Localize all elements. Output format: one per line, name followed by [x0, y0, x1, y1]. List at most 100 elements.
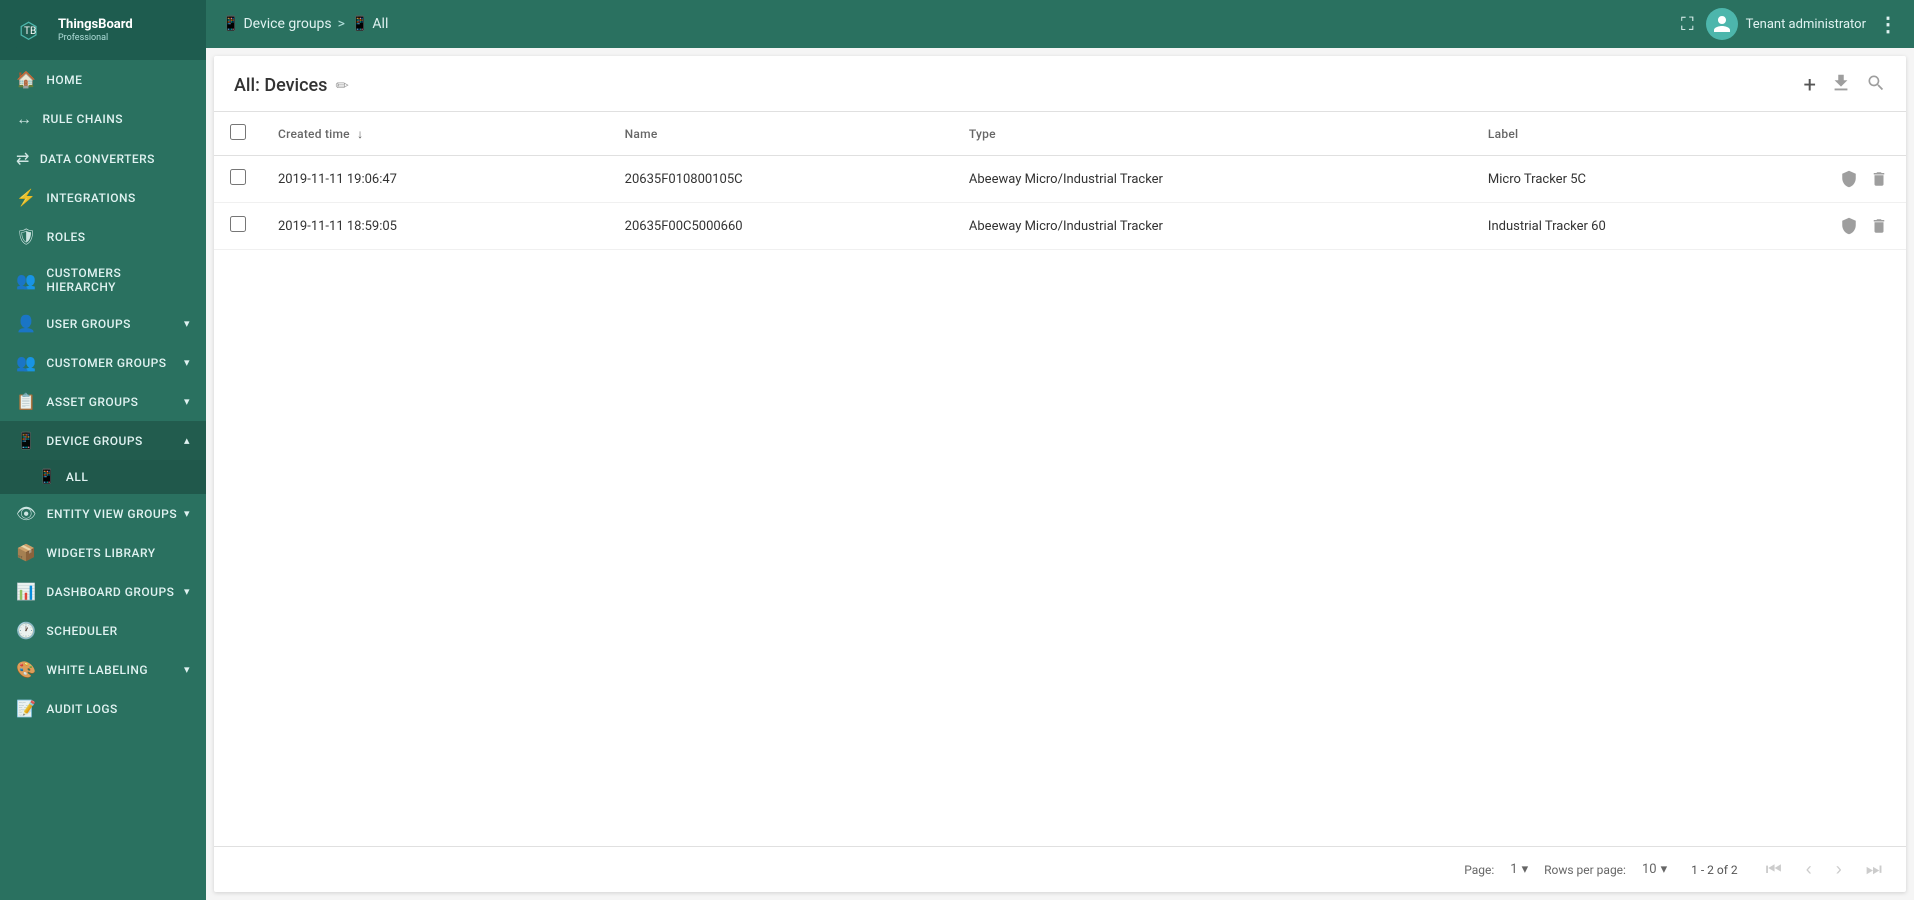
sidebar-item-integrations[interactable]: ⚡ INTEGRATIONS [0, 178, 206, 217]
row2-type: Abeeway Micro/Industrial Tracker [953, 203, 1472, 250]
avatar [1706, 8, 1738, 40]
sidebar-item-data-converters-label: DATA CONVERTERS [40, 152, 155, 166]
sidebar-item-dashboard-groups-label: DASHBOARD GROUPS [46, 585, 174, 599]
pagination-last-button[interactable]: ⏭ [1862, 857, 1886, 882]
logo-name: ThingsBoard [58, 17, 133, 33]
user-groups-arrow-icon: ▾ [184, 317, 190, 330]
header-created-time[interactable]: Created time ↓ [262, 112, 609, 156]
white-labeling-icon: 🎨 [16, 660, 36, 679]
breadcrumb-all-label: All [372, 16, 388, 32]
sidebar-item-user-groups-label: USER GROUPS [46, 317, 130, 331]
rows-per-page-dropdown-icon: ▾ [1661, 862, 1668, 877]
logo-icon: ⬡ TB [14, 12, 50, 48]
user-menu[interactable]: Tenant administrator [1706, 8, 1866, 40]
breadcrumb-device-groups-label: Device groups [243, 16, 331, 32]
dashboard-groups-icon: 📊 [16, 582, 36, 601]
row1-actions [1816, 156, 1906, 203]
fullscreen-button[interactable]: ⛶ [1681, 14, 1694, 35]
sidebar-item-white-labeling[interactable]: 🎨 WHITE LABELING ▾ [0, 650, 206, 689]
sidebar-item-device-groups[interactable]: 📱 DEVICE GROUPS ▴ [0, 421, 206, 460]
sidebar-item-entity-view-groups[interactable]: 👁 ENTITY VIEW GROUPS ▾ [0, 494, 206, 533]
more-options-button[interactable]: ⋮ [1878, 12, 1898, 36]
sidebar-item-scheduler[interactable]: 🕐 SCHEDULER [0, 611, 206, 650]
rows-per-page-select[interactable]: 10 ▾ [1642, 862, 1667, 877]
subitem-all-icon: 📱 [38, 469, 56, 485]
customer-groups-icon: 👥 [16, 353, 36, 372]
sidebar-item-asset-groups[interactable]: 📋 ASSET GROUPS ▾ [0, 382, 206, 421]
breadcrumb-all-icon: 📱 [351, 16, 368, 32]
roles-icon: 🛡 [16, 227, 37, 246]
sidebar-item-data-converters[interactable]: ⇄ DATA CONVERTERS [0, 139, 206, 178]
sidebar-item-home[interactable]: 🏠 HOME [0, 60, 206, 99]
topbar-right: ⛶ Tenant administrator ⋮ [1681, 8, 1898, 40]
sidebar: ⬡ TB ThingsBoard Professional 🏠 HOME ↔ R… [0, 0, 206, 900]
data-converters-icon: ⇄ [16, 149, 30, 168]
header-type: Type [953, 112, 1472, 156]
row2-checkbox-cell [214, 203, 262, 250]
sidebar-item-rule-chains[interactable]: ↔ RULE CHAINS [0, 99, 206, 139]
sidebar-item-roles-label: ROLES [47, 230, 86, 244]
content-area: All: Devices ✏ + [214, 56, 1906, 892]
logo-text-container: ThingsBoard Professional [58, 17, 133, 43]
sidebar-subitem-all[interactable]: 📱 All [0, 460, 206, 494]
page-select[interactable]: 1 ▾ [1510, 862, 1528, 877]
row1-shield-button[interactable] [1838, 168, 1860, 190]
sidebar-item-dashboard-groups[interactable]: 📊 DASHBOARD GROUPS ▾ [0, 572, 206, 611]
sidebar-item-white-labeling-label: WHITE LABELING [46, 663, 148, 677]
page-title: All: Devices [234, 75, 327, 96]
topbar: 📱 Device groups > 📱 All ⛶ Tenant adminis… [206, 0, 1914, 48]
sidebar-item-scheduler-label: SCHEDULER [46, 624, 117, 638]
sidebar-item-roles[interactable]: 🛡 ROLES [0, 217, 206, 256]
white-labeling-arrow-icon: ▾ [184, 663, 190, 676]
page-value: 1 [1510, 862, 1517, 877]
table-row: 2019-11-11 19:06:47 20635F010800105C Abe… [214, 156, 1906, 203]
upload-button[interactable] [1830, 72, 1852, 99]
sidebar-item-widgets-library[interactable]: 📦 WIDGETS LIBRARY [0, 533, 206, 572]
rows-per-page-label: Rows per page: [1544, 863, 1626, 877]
devices-table: Created time ↓ Name Type Label [214, 112, 1906, 250]
pagination-first-button[interactable]: ⏮ [1762, 857, 1786, 882]
select-all-checkbox[interactable] [230, 124, 246, 140]
sidebar-subitem-all-label: All [66, 470, 88, 484]
sidebar-item-integrations-label: INTEGRATIONS [46, 191, 135, 205]
header-checkbox-col [214, 112, 262, 156]
breadcrumb-device-groups[interactable]: 📱 Device groups [222, 16, 332, 32]
sidebar-item-customer-groups[interactable]: 👥 CUSTOMER GROUPS ▾ [0, 343, 206, 382]
row2-delete-button[interactable] [1868, 215, 1890, 237]
row1-delete-button[interactable] [1868, 168, 1890, 190]
row1-checkbox-cell [214, 156, 262, 203]
created-time-label: Created time [278, 127, 350, 141]
rows-per-page-value: 10 [1642, 862, 1657, 877]
device-groups-arrow-icon: ▴ [184, 434, 190, 447]
row1-checkbox[interactable] [230, 169, 246, 185]
sidebar-item-customers-hierarchy[interactable]: 👥 CUSTOMERS HIERARCHY [0, 256, 206, 304]
breadcrumb: 📱 Device groups > 📱 All [222, 16, 388, 32]
scheduler-icon: 🕐 [16, 621, 36, 640]
breadcrumb-all[interactable]: 📱 All [351, 16, 388, 32]
row1-created-time: 2019-11-11 19:06:47 [262, 156, 609, 203]
sidebar-item-customer-groups-label: CUSTOMER GROUPS [46, 356, 166, 370]
sidebar-item-entity-view-groups-label: ENTITY VIEW GROUPS [47, 507, 177, 521]
sort-desc-icon: ↓ [357, 127, 363, 141]
edit-title-button[interactable]: ✏ [335, 76, 348, 95]
row2-shield-button[interactable] [1838, 215, 1860, 237]
row2-name: 20635F00C5000660 [609, 203, 953, 250]
sidebar-logo[interactable]: ⬡ TB ThingsBoard Professional [0, 0, 206, 60]
sidebar-item-audit-logs-label: AUDIT LOGS [46, 702, 117, 716]
row2-checkbox[interactable] [230, 216, 246, 232]
row1-name: 20635F010800105C [609, 156, 953, 203]
header-actions-col [1816, 112, 1906, 156]
sidebar-item-rule-chains-label: RULE CHAINS [42, 112, 123, 126]
customer-groups-arrow-icon: ▾ [184, 356, 190, 369]
rule-chains-icon: ↔ [16, 109, 32, 129]
dashboard-groups-arrow-icon: ▾ [184, 585, 190, 598]
sidebar-item-user-groups[interactable]: 👤 USER GROUPS ▾ [0, 304, 206, 343]
sidebar-item-audit-logs[interactable]: 📝 AUDIT LOGS [0, 689, 206, 728]
search-button[interactable] [1866, 73, 1886, 98]
sidebar-item-widgets-library-label: WIDGETS LIBRARY [46, 546, 155, 560]
add-device-button[interactable]: + [1804, 73, 1816, 98]
pagination-prev-button[interactable]: ‹ [1802, 857, 1816, 882]
user-groups-icon: 👤 [16, 314, 36, 333]
main-area: 📱 Device groups > 📱 All ⛶ Tenant adminis… [206, 0, 1914, 900]
pagination-next-button[interactable]: › [1832, 857, 1846, 882]
